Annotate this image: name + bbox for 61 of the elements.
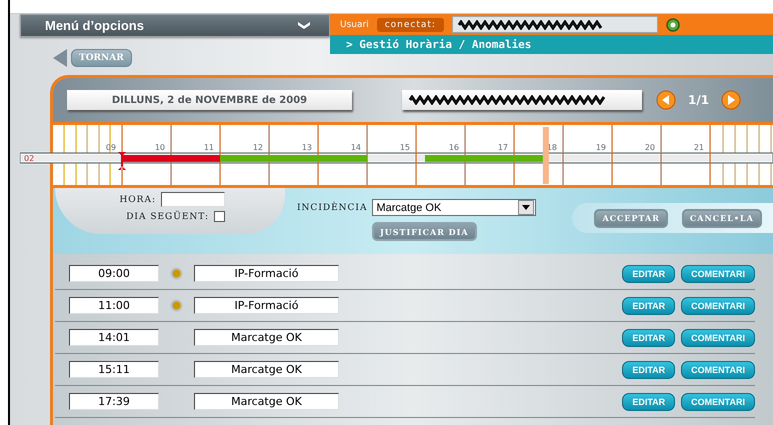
comment-button[interactable]: COMENTARI <box>681 328 755 346</box>
incidence-field: IP-Formació <box>194 297 339 314</box>
hour-label: 18 <box>546 143 557 152</box>
comment-button[interactable]: COMENTARI <box>681 296 755 314</box>
hour-label: 12 <box>252 143 263 152</box>
dropdown-arrow-icon <box>522 205 530 210</box>
incidence-field: Marcatge OK <box>194 361 339 378</box>
hour-label: 10 <box>154 143 165 152</box>
next-day-checkbox[interactable] <box>214 211 225 222</box>
incidence-label: INCIDÈNCIA <box>297 202 368 212</box>
time-field: 14:01 <box>69 329 159 346</box>
row-label: 02 <box>24 154 34 163</box>
edit-button[interactable]: EDITAR <box>622 360 676 378</box>
time-field: 09:00 <box>69 265 159 282</box>
edit-button[interactable]: EDITAR <box>622 296 676 314</box>
comment-button[interactable]: COMENTARI <box>681 360 755 378</box>
hour-line <box>366 125 368 185</box>
edit-button[interactable]: EDITAR <box>622 264 676 282</box>
time-field: 15:11 <box>69 361 159 378</box>
back-arrow-icon[interactable] <box>53 49 67 67</box>
hour-line <box>268 125 270 185</box>
chevron-down-icon <box>297 21 311 30</box>
comment-button[interactable]: COMENTARI <box>681 264 755 282</box>
options-menu[interactable]: Menú d’opcions <box>20 14 330 37</box>
previous-icon[interactable] <box>656 90 676 110</box>
hour-label: 14 <box>350 143 361 152</box>
page-indicator: 1/1 <box>688 93 710 107</box>
breadcrumb: > Gestió Horària / Anomalies <box>330 35 773 54</box>
hour-label: 13 <box>302 143 312 152</box>
edit-button[interactable]: EDITAR <box>622 328 676 346</box>
end-marker <box>542 127 549 184</box>
incidence-field: IP-Formació <box>194 265 339 282</box>
hour-label: 16 <box>448 143 459 152</box>
hour-line <box>464 125 466 185</box>
time-field: 17:39 <box>69 393 159 410</box>
time-field: 11:00 <box>69 297 159 314</box>
next-icon[interactable] <box>721 90 742 110</box>
hour-label: 19 <box>596 143 606 152</box>
hour-label: 21 <box>694 143 704 152</box>
justify-day-button[interactable]: JUSTIFICAR DIA <box>372 222 477 241</box>
incidence-field: Marcatge OK <box>194 329 339 346</box>
date-label: DILLUNS, 2 de NOVEMBRE de 2009 <box>67 90 352 110</box>
back-button[interactable]: TORNAR <box>71 49 132 67</box>
hour-line <box>660 125 662 185</box>
edit-button[interactable]: EDITAR <box>622 392 676 410</box>
hour-label: HORA: <box>119 194 156 204</box>
hour-label: 17 <box>498 143 508 152</box>
lock-icon[interactable] <box>666 18 680 32</box>
incidence-select[interactable]: Marcatge OK <box>372 199 536 216</box>
hour-label: 11 <box>204 143 214 152</box>
hour-line <box>562 125 564 185</box>
user-label: Usuari <box>340 20 369 30</box>
hour-line <box>170 125 172 185</box>
next-day-label: DIA SEGÜENT: <box>126 212 209 222</box>
status-badge: conectat: <box>376 18 444 32</box>
hour-label: 15 <box>400 143 410 152</box>
comment-button[interactable]: COMENTARI <box>681 392 755 410</box>
cursor-marker[interactable] <box>118 152 126 170</box>
hour-label: 20 <box>644 143 655 152</box>
hour-input[interactable] <box>161 192 225 207</box>
incidence-field: Marcatge OK <box>194 393 339 410</box>
